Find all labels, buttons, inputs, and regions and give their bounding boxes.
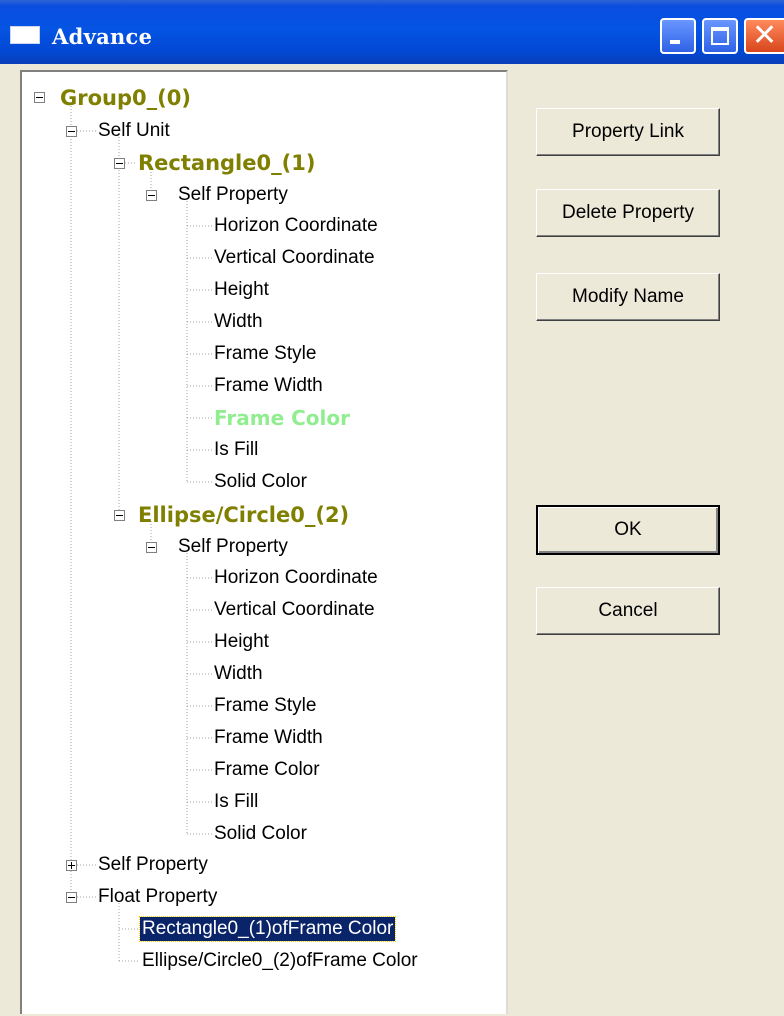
collapse-toggle-icon[interactable] xyxy=(34,92,45,103)
tree-node-self-unit[interactable]: Self Unit xyxy=(98,119,170,143)
collapse-toggle-icon[interactable] xyxy=(114,158,125,169)
maximize-button[interactable] xyxy=(702,18,738,54)
close-icon: ✕ xyxy=(752,18,778,53)
tree-leaf[interactable]: Frame Style xyxy=(214,342,316,366)
property-link-button[interactable]: Property Link xyxy=(536,108,720,156)
tree-leaf[interactable]: Frame Style xyxy=(214,694,316,718)
tree-node-self-property[interactable]: Self Property xyxy=(178,183,288,207)
tree-leaf[interactable]: Frame Color xyxy=(214,758,320,782)
tree-node-self-property[interactable]: Self Property xyxy=(178,535,288,559)
window-icon xyxy=(10,26,40,44)
tree-leaf[interactable]: Solid Color xyxy=(214,822,307,846)
tree-leaf[interactable]: Width xyxy=(214,662,263,686)
tree-leaf[interactable]: Frame Width xyxy=(214,374,323,398)
tree-leaf[interactable]: Solid Color xyxy=(214,470,307,494)
tree-node-self-property[interactable]: Self Property xyxy=(98,853,208,877)
tree-leaf[interactable]: Ellipse/Circle0_(2)ofFrame Color xyxy=(142,949,418,973)
tree-leaf[interactable]: Is Fill xyxy=(214,438,258,462)
tree-leaf[interactable]: Width xyxy=(214,310,263,334)
tree-leaf[interactable]: Vertical Coordinate xyxy=(214,246,375,270)
tree-leaf[interactable]: Height xyxy=(214,278,269,302)
title-bar[interactable]: Advance ✕ xyxy=(0,0,784,64)
maximize-icon xyxy=(711,27,729,45)
tree-node-float-property[interactable]: Float Property xyxy=(98,885,217,909)
tree-leaf[interactable]: Height xyxy=(214,630,269,654)
collapse-toggle-icon[interactable] xyxy=(66,126,77,137)
collapse-toggle-icon[interactable] xyxy=(146,190,157,201)
tree-node-rectangle[interactable]: Rectangle0_(1) xyxy=(138,150,315,176)
tree-node-ellipse[interactable]: Ellipse/Circle0_(2) xyxy=(138,502,349,528)
property-tree[interactable]: Group0_(0) Self Unit Rectangle0_(1) Self… xyxy=(20,70,508,1014)
minimize-icon xyxy=(670,40,680,44)
expand-toggle-icon[interactable] xyxy=(66,860,77,871)
tree-leaf[interactable]: Vertical Coordinate xyxy=(214,598,375,622)
window-title: Advance xyxy=(52,24,153,49)
tree-leaf[interactable]: Horizon Coordinate xyxy=(214,214,378,238)
tree-leaf[interactable]: Horizon Coordinate xyxy=(214,566,378,590)
minimize-button[interactable] xyxy=(660,18,696,54)
collapse-toggle-icon[interactable] xyxy=(146,542,157,553)
modify-name-button[interactable]: Modify Name xyxy=(536,273,720,321)
tree-leaf-highlighted[interactable]: Frame Color xyxy=(214,406,350,430)
collapse-toggle-icon[interactable] xyxy=(114,510,125,521)
ok-button[interactable]: OK xyxy=(536,505,720,555)
tree-leaf[interactable]: Is Fill xyxy=(214,790,258,814)
tree-leaf-selected[interactable]: Rectangle0_(1)ofFrame Color xyxy=(138,916,397,942)
delete-property-button[interactable]: Delete Property xyxy=(536,189,720,237)
collapse-toggle-icon[interactable] xyxy=(66,892,77,903)
tree-leaf[interactable]: Frame Width xyxy=(214,726,323,750)
cancel-button[interactable]: Cancel xyxy=(536,587,720,635)
close-button[interactable]: ✕ xyxy=(744,18,784,54)
tree-node-root[interactable]: Group0_(0) xyxy=(60,85,191,111)
